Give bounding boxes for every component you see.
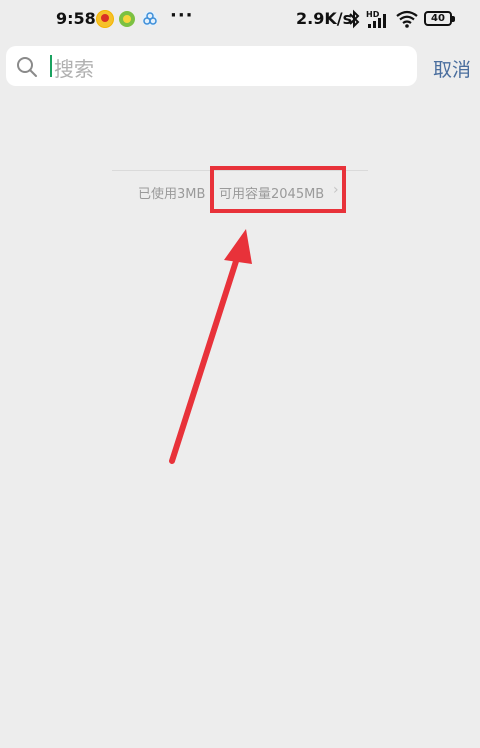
annotation-arrow-icon [169, 229, 252, 464]
